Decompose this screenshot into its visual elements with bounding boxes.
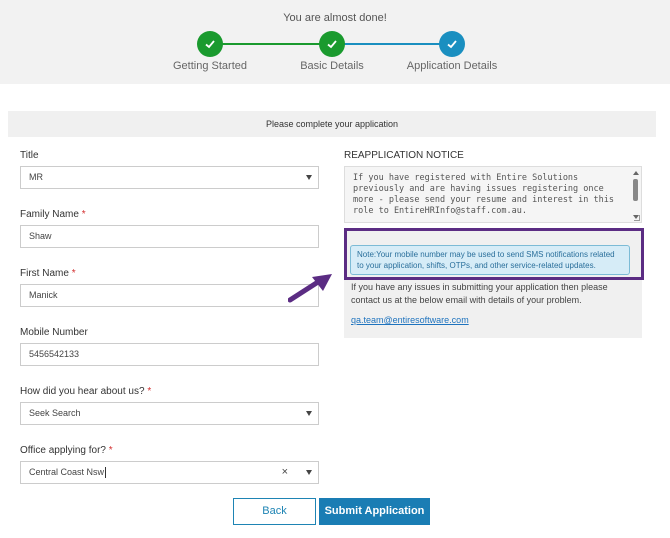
family-name-input[interactable]: Shaw xyxy=(20,225,319,248)
first-name-label: First Name * xyxy=(20,268,76,279)
step-getting-started xyxy=(197,31,223,57)
reapplication-notice-textarea[interactable]: If you have registered with Entire Solut… xyxy=(344,166,642,223)
first-name-input[interactable]: Manick xyxy=(20,284,319,307)
contact-email-link[interactable]: qa.team@entiresoftware.com xyxy=(351,315,469,325)
text-cursor xyxy=(105,467,107,479)
step-label-basic-details: Basic Details xyxy=(300,60,364,72)
textarea-scrollbar[interactable] xyxy=(632,171,639,219)
sms-notification-note: Note:Your mobile number may be used to s… xyxy=(350,245,630,275)
hear-about-label: How did you hear about us? * xyxy=(20,386,152,397)
progress-header: You are almost done! Getting Started Bas… xyxy=(0,0,670,84)
application-form: Title MR Family Name * Shaw First Name *… xyxy=(20,150,319,504)
annotation-arrow-icon xyxy=(288,274,332,303)
reapplication-panel: REAPPLICATION NOTICE If you have registe… xyxy=(344,150,644,338)
scroll-up-icon[interactable] xyxy=(633,171,639,175)
step-basic-details xyxy=(319,31,345,57)
check-icon xyxy=(447,40,457,49)
mobile-number-input[interactable]: 5456542133 xyxy=(20,343,319,366)
step-application-details xyxy=(439,31,465,57)
title-label: Title xyxy=(20,150,39,161)
step-connector-2 xyxy=(332,43,452,45)
back-button[interactable]: Back xyxy=(233,498,316,525)
contact-instructions: If you have any issues in submitting you… xyxy=(351,282,608,305)
scroll-thumb[interactable] xyxy=(633,179,638,201)
check-icon xyxy=(205,40,215,49)
hear-about-select[interactable]: Seek Search xyxy=(20,402,319,425)
mobile-number-label: Mobile Number xyxy=(20,327,88,338)
clear-icon[interactable]: × xyxy=(282,462,288,483)
step-label-getting-started: Getting Started xyxy=(173,60,247,72)
chevron-down-icon xyxy=(306,470,312,475)
step-label-application-details: Application Details xyxy=(406,60,498,72)
family-name-label: Family Name * xyxy=(20,209,86,220)
check-icon xyxy=(327,40,337,49)
instruction-banner: Please complete your application xyxy=(8,111,656,137)
title-select[interactable]: MR xyxy=(20,166,319,189)
reapplication-notice-title: REAPPLICATION NOTICE xyxy=(344,150,464,161)
step-connector-1 xyxy=(210,43,330,45)
chevron-down-icon xyxy=(306,411,312,416)
submit-application-button[interactable]: Submit Application xyxy=(319,498,430,525)
office-select[interactable]: Central Coast Nsw × xyxy=(20,461,319,484)
progress-title: You are almost done! xyxy=(283,12,387,24)
office-label: Office applying for? * xyxy=(20,445,113,456)
chevron-down-icon xyxy=(306,175,312,180)
resize-handle-icon[interactable] xyxy=(634,215,640,221)
